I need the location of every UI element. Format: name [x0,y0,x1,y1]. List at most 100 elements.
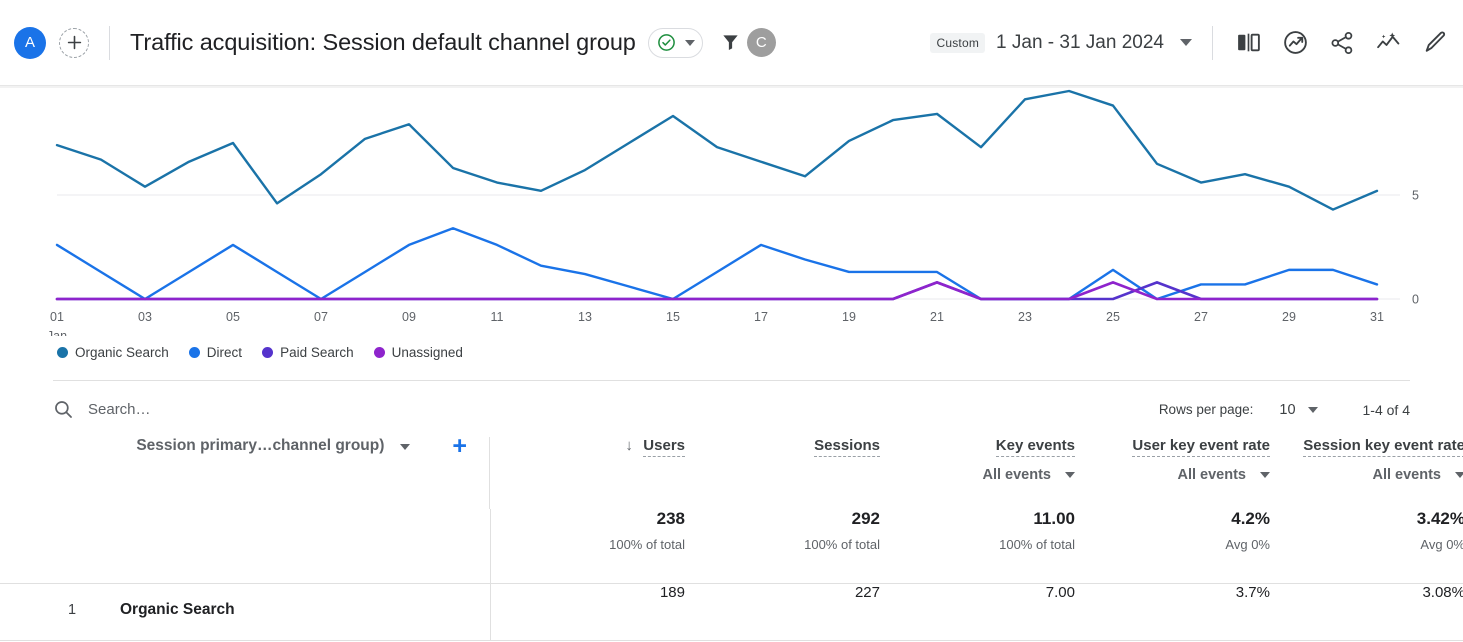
chevron-down-icon [1065,472,1075,478]
totals-subtext: 100% of total [999,537,1075,552]
x-axis-tick-label: 13 [578,310,592,324]
column-title: Session key event rate [1303,437,1463,457]
account-avatar[interactable]: A [14,26,46,59]
user-avatar-letter: C [755,34,767,51]
share-icon[interactable] [1329,30,1355,56]
x-axis-tick-label: 09 [402,310,416,324]
row-dimension-cell: 1 Organic Search [0,583,491,641]
x-axis-tick-label: 31 [1370,310,1384,324]
check-circle-icon [657,34,675,51]
column-title: Sessions [814,437,880,457]
event-selector[interactable]: All events [880,467,1075,483]
search-input[interactable]: Search… [53,399,151,420]
row-cell-key-events: 7.00 [880,583,1075,641]
totals-value: 11.00 [1033,509,1075,528]
totals-cell-sessions: 292 100% of total [685,509,880,584]
add-comparison-button[interactable] [59,27,89,58]
totals-cell-user-key-event-rate: 4.2% Avg 0% [1075,509,1270,584]
column-header-session-key-event-rate[interactable]: Session key event rate All events [1270,437,1463,509]
chevron-down-icon[interactable] [400,444,411,450]
date-range-label[interactable]: 1 Jan - 31 Jan 2024 [996,32,1164,54]
chevron-down-icon [1455,472,1463,478]
header-divider-2 [1212,25,1213,60]
avatar[interactable]: C [746,28,776,57]
totals-dimension-cell [0,509,491,584]
x-axis-tick-label: 03 [138,310,152,324]
totals-value: 292 [851,509,880,528]
x-axis-tick-label: 05 [226,310,240,324]
chevron-down-icon [684,39,695,46]
chevron-down-icon[interactable] [1307,406,1318,413]
filter-button[interactable] [720,32,741,53]
insights-icon[interactable] [1282,29,1309,56]
section-divider [53,380,1410,381]
column-header-user-key-event-rate[interactable]: User key event rate All events [1075,437,1270,509]
x-axis-tick-label: 11 [491,310,504,324]
x-axis-tick-label: 29 [1282,310,1296,324]
column-header-sessions[interactable]: Sessions [685,437,880,509]
x-axis-tick-label: 01 [50,310,64,324]
totals-subtext: Avg 0% [1420,537,1463,552]
column-header-users[interactable]: ↓ Users [490,437,685,509]
dimension-header-cell: Session primary…channel group) + [0,434,490,509]
series-line-organic-search [55,89,1379,211]
trend-sparkle-icon[interactable] [1375,29,1402,56]
page-title: Traffic acquisition: Session default cha… [130,29,636,55]
column-title: Key events [995,437,1075,457]
totals-value: 238 [656,509,685,528]
totals-row: 238 100% of total 292 100% of total 11.0… [0,509,1463,584]
chevron-down-icon[interactable] [1180,39,1192,46]
x-axis-tick-label: 19 [842,310,856,324]
add-dimension-button[interactable]: + [452,434,467,459]
x-axis-tick-label: 21 [930,310,944,324]
legend-label: Paid Search [280,345,354,360]
plus-icon [67,35,81,50]
row-cell-user-key-event-rate: 3.7% [1075,583,1270,641]
data-quality-chip[interactable] [647,27,703,58]
trend-chart[interactable]: 0 5 01 03 05 07 09 11 13 15 17 19 21 23 25 27 29 31 Jan [0,86,1463,341]
series-line-paid-search [55,281,1379,301]
search-icon [55,401,72,418]
table-header-row: Session primary…channel group) + ↓ Users… [0,434,1463,509]
row-cell-users: 189 [490,583,685,641]
header-divider [109,25,110,60]
pagination-controls: Rows per page: 10 1-4 of 4 [1159,402,1410,418]
totals-cell-session-key-event-rate: 3.42% Avg 0% [1270,509,1463,584]
column-header-key-events[interactable]: Key events All events [880,437,1075,509]
legend-item[interactable]: Paid Search [262,345,354,360]
legend-label: Organic Search [75,345,169,360]
report-header: A Traffic acquisition: Session default c… [0,0,1463,86]
totals-subtext: Avg 0% [1225,537,1270,552]
series-line-direct [55,227,1379,301]
chevron-down-icon [1260,472,1270,478]
legend-color-dot [188,347,200,358]
event-selector-label: All events [1372,467,1442,483]
x-axis-tick-label: 25 [1106,310,1120,324]
sort-descending-icon: ↓ [625,437,633,454]
pagination-range: 1-4 of 4 [1362,401,1410,418]
legend-item[interactable]: Unassigned [373,345,463,360]
rows-per-page-value[interactable]: 10 [1279,402,1295,418]
dimension-selector[interactable]: Session primary…channel group) [136,437,384,455]
edit-pencil-icon[interactable] [1422,29,1449,56]
x-axis-tick-label: 23 [1018,310,1032,324]
row-dimension-value[interactable]: Organic Search [120,601,235,619]
table-toolbar: Search… Rows per page: 10 1-4 of 4 [0,382,1463,437]
legend-color-dot [373,347,385,358]
legend-item[interactable]: Direct [188,345,243,360]
legend-item[interactable]: Organic Search [57,345,169,360]
event-selector-label: All events [982,467,1052,483]
event-selector[interactable]: All events [1270,467,1463,483]
totals-cell-users: 238 100% of total [490,509,685,584]
event-selector[interactable]: All events [1075,467,1270,483]
funnel-icon [723,35,738,51]
totals-value: 4.2% [1231,509,1270,528]
column-title: User key event rate [1132,437,1270,457]
table-row[interactable]: 1 Organic Search 189 227 7.00 3.7% 3.08% [0,583,1463,641]
compare-icon[interactable] [1235,29,1262,56]
x-axis-tick-label: 07 [314,310,328,324]
row-cell-sessions: 227 [685,583,880,641]
date-range-tag: Custom [930,32,986,53]
legend-label: Direct [206,345,243,360]
x-axis-tick-label: 15 [666,310,680,324]
